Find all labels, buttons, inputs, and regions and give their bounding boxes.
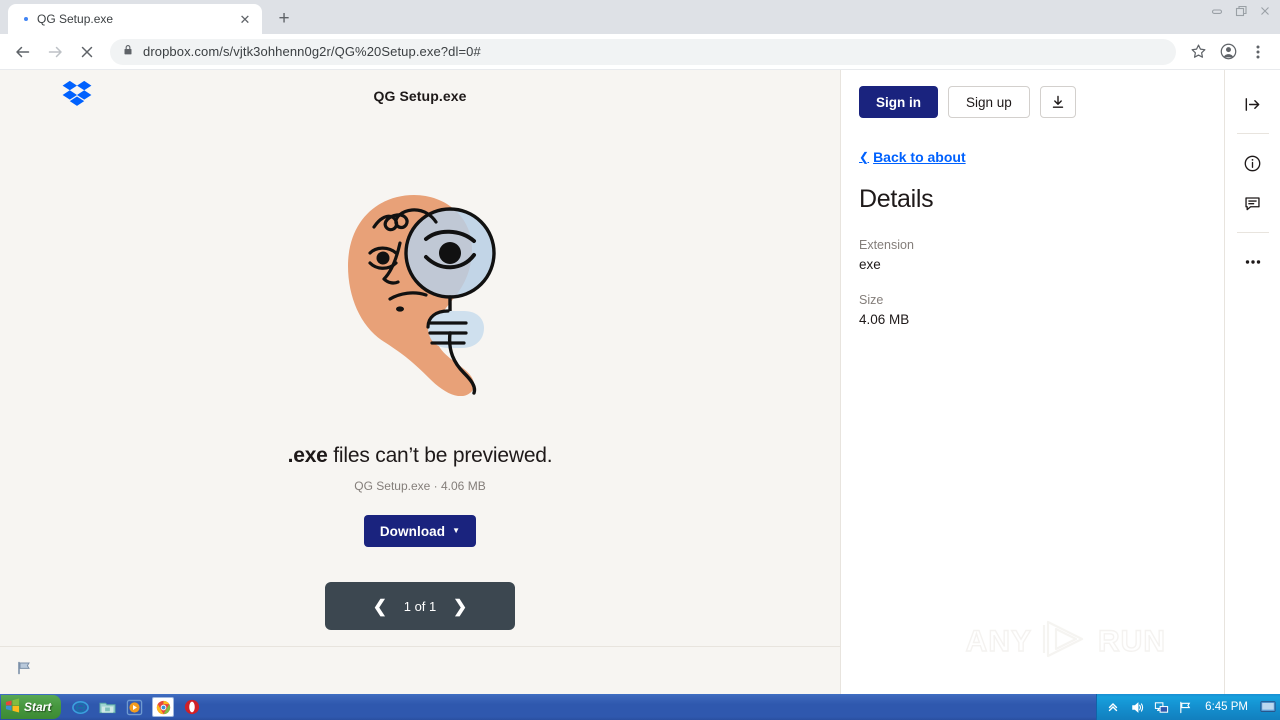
windows-flag-icon [5, 698, 20, 716]
window-controls [1206, 2, 1276, 20]
address-bar[interactable]: dropbox.com/s/vjtk3ohhenn0g2r/QG%20Setup… [110, 38, 1176, 65]
restore-icon[interactable] [1230, 2, 1252, 20]
tab-title: QG Setup.exe [37, 12, 114, 26]
download-button-label: Download [379, 523, 446, 539]
sign-up-button[interactable]: Sign up [948, 86, 1030, 118]
folder-icon[interactable] [98, 698, 116, 716]
start-label: Start [24, 700, 52, 714]
loading-dot-icon [22, 16, 29, 23]
system-tray: 6:45 PM [1096, 694, 1280, 720]
network-icon[interactable] [1153, 699, 1169, 715]
page-title: QG Setup.exe [373, 88, 467, 104]
page-viewport: QG Setup.exe .exe files can’t be preview… [0, 70, 1280, 694]
media-player-icon[interactable] [125, 698, 143, 716]
star-icon[interactable] [1184, 38, 1212, 66]
quick-launch-bar [67, 697, 201, 717]
rail-divider [1236, 232, 1269, 233]
minimize-icon[interactable] [1206, 2, 1228, 20]
watermark-text-left: ANY [965, 624, 1032, 658]
browser-window: QG Setup.exe ✕ + dropbox.com/s/vjtk3ohhe… [0, 0, 1280, 720]
collapse-panel-icon[interactable] [1233, 84, 1273, 124]
account-avatar-icon[interactable] [1214, 38, 1242, 66]
lock-icon [122, 43, 134, 61]
show-hidden-icons-icon[interactable] [1105, 699, 1121, 715]
internet-explorer-icon[interactable] [71, 698, 89, 716]
address-bar-url: dropbox.com/s/vjtk3ohhenn0g2r/QG%20Setup… [143, 44, 481, 59]
size-value: 4.06 MB [859, 312, 910, 327]
download-button[interactable]: Download ▼ [363, 515, 477, 547]
volume-icon[interactable] [1129, 699, 1145, 715]
sign-in-button[interactable]: Sign in [859, 86, 938, 118]
preview-message-extension: .exe [287, 444, 328, 467]
stop-loading-icon[interactable] [72, 37, 102, 67]
size-label: Size [859, 293, 884, 307]
page-count: 1 of 1 [403, 598, 437, 614]
file-preview-pane: QG Setup.exe .exe files can’t be preview… [0, 70, 840, 694]
preview-submessage: QG Setup.exe · 4.06 MB [354, 479, 486, 493]
extension-label: Extension [859, 238, 914, 252]
tab-close-icon[interactable]: ✕ [236, 10, 254, 28]
rail-divider [1236, 133, 1269, 134]
forward-arrow-icon[interactable] [40, 37, 70, 67]
detail-field: Extension exe [859, 238, 1206, 272]
opera-icon[interactable] [183, 698, 201, 716]
download-icon-button[interactable] [1039, 86, 1076, 118]
page-navigator: ❮ 1 of 1 ❯ [325, 582, 515, 630]
preview-header: QG Setup.exe [0, 70, 840, 122]
taskbar-clock: 6:45 PM [1205, 701, 1248, 713]
chevron-down-icon: ▼ [452, 526, 461, 535]
start-button[interactable]: Start [1, 695, 62, 719]
comment-bubble-icon[interactable] [1233, 183, 1273, 223]
face-with-magnifying-glass-illustration [330, 181, 510, 397]
close-icon[interactable] [1254, 2, 1276, 20]
windows-taskbar: Start 6:45 PM [0, 694, 1280, 720]
show-desktop-icon[interactable] [1260, 699, 1276, 715]
preview-footer [0, 646, 840, 694]
back-arrow-icon[interactable] [8, 37, 38, 67]
chevron-right-icon[interactable]: ❯ [453, 598, 467, 615]
browser-toolbar: dropbox.com/s/vjtk3ohhenn0g2r/QG%20Setup… [0, 34, 1280, 70]
right-rail [1224, 70, 1280, 694]
chevron-left-icon: ❮ [859, 150, 870, 164]
preview-body: .exe files can’t be previewed. QG Setup.… [0, 122, 840, 646]
details-sidebar: Sign in Sign up ❮ Back to about Details … [840, 70, 1224, 694]
anyrun-watermark: ANY RUN [965, 617, 1166, 666]
back-to-about-link[interactable]: ❮ Back to about [859, 149, 966, 165]
preview-message-rest: files can’t be previewed. [327, 444, 553, 467]
security-flag-icon[interactable] [1177, 699, 1193, 715]
tab-strip: QG Setup.exe ✕ + [0, 0, 1280, 34]
chevron-left-icon[interactable]: ❮ [373, 598, 387, 615]
three-dot-menu-icon[interactable] [1233, 242, 1273, 282]
browser-tab[interactable]: QG Setup.exe ✕ [8, 4, 262, 34]
back-to-about-label: Back to about [873, 149, 966, 165]
detail-field: Size 4.06 MB [859, 293, 1206, 327]
new-tab-button[interactable]: + [270, 4, 298, 32]
details-heading: Details [859, 185, 934, 213]
dropbox-logo-icon[interactable] [62, 80, 92, 112]
preview-message: .exe files can’t be previewed. [288, 444, 553, 468]
watermark-text-right: RUN [1097, 624, 1166, 658]
sidebar-actions: Sign in Sign up [859, 86, 1206, 118]
three-dot-menu-icon[interactable] [1244, 38, 1272, 66]
extension-value: exe [859, 257, 881, 272]
report-flag-icon[interactable] [16, 660, 32, 681]
play-triangle-icon [1038, 617, 1092, 666]
info-circle-icon[interactable] [1233, 143, 1273, 183]
chrome-icon[interactable] [152, 697, 175, 717]
